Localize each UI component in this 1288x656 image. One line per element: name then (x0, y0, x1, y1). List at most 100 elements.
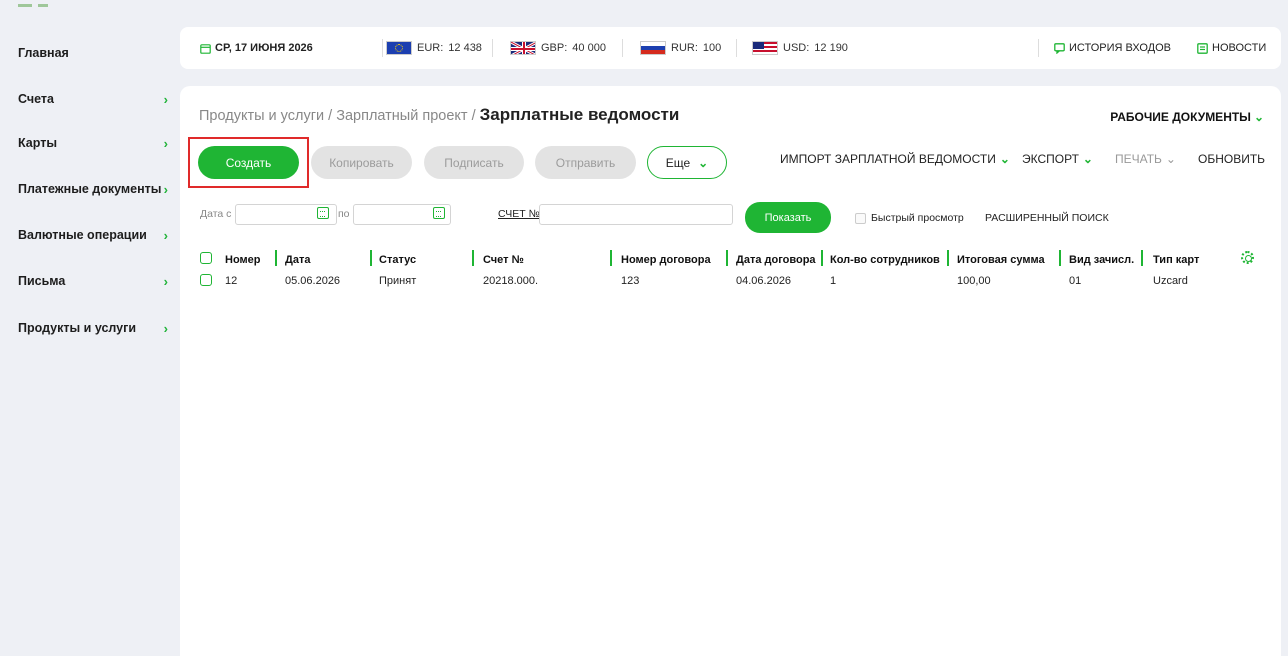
calendar-icon (200, 43, 211, 54)
cell-account[interactable]: 20218.000. (483, 275, 538, 287)
gear-icon[interactable] (1241, 251, 1254, 264)
show-button[interactable]: Показать (745, 202, 831, 233)
work-documents-dropdown[interactable]: РАБОЧИЕ ДОКУМЕНТЫ ⌄ (1110, 110, 1264, 124)
usa-flag-icon (752, 41, 778, 55)
sidebar: Главная Счета › Карты › Платежные документ… (0, 0, 178, 656)
sidebar-item-label: Продукты и услуги (18, 321, 137, 335)
column-divider (275, 250, 277, 266)
cell-card-type[interactable]: Uzcard (1153, 275, 1188, 287)
advanced-search-link[interactable]: РАСШИРЕННЫЙ ПОИСК (985, 212, 1109, 224)
column-header-card-type[interactable]: Тип карт (1153, 254, 1199, 266)
sidebar-item-label: Письма (18, 274, 66, 288)
export-dropdown[interactable]: ЭКСПОРТ ⌄ (1022, 152, 1093, 166)
date-to-label: по (338, 208, 350, 220)
quick-view-checkbox[interactable] (855, 213, 866, 224)
select-all-checkbox[interactable] (200, 252, 212, 264)
chevron-right-icon: › (163, 181, 168, 197)
cell-credit-type[interactable]: 01 (1069, 275, 1081, 287)
sidebar-item-home[interactable]: Главная (18, 43, 172, 63)
eu-flag-icon (386, 41, 412, 55)
more-dropdown[interactable]: Еще ⌄ (647, 146, 727, 179)
currency-gbp: GBP: 40 000 (510, 41, 606, 55)
chevron-right-icon: › (163, 227, 168, 243)
breadcrumb-salary-project[interactable]: Зарплатный проект (336, 108, 467, 124)
column-header-contract-number[interactable]: Номер договора (621, 254, 711, 266)
sidebar-item-accounts[interactable]: Счета › (18, 89, 172, 109)
copy-button[interactable]: Копировать (311, 146, 412, 179)
russia-flag-icon (640, 41, 666, 55)
column-header-account[interactable]: Счет № (483, 254, 524, 266)
column-divider (610, 250, 612, 266)
chevron-right-icon: › (163, 273, 168, 289)
date-from-label: Дата с (200, 208, 232, 220)
sidebar-item-label: Платежные документы (18, 182, 162, 196)
uk-flag-icon (510, 41, 536, 55)
column-header-number[interactable]: Номер (225, 254, 261, 266)
sidebar-item-label: Валютные операции (18, 228, 147, 242)
divider (382, 39, 383, 57)
breadcrumb: Продукты и услуги / Зарплатный проект / … (199, 105, 679, 125)
row-checkbox[interactable] (200, 274, 212, 286)
chevron-down-icon: ⌄ (1253, 110, 1264, 124)
column-divider (1141, 250, 1143, 266)
news-link[interactable]: НОВОСТИ (1197, 42, 1266, 54)
top-info-bar: СР, 17 ИЮНЯ 2026 EUR: 12 438 GBP: 40 000 R… (180, 27, 1281, 69)
column-divider (472, 250, 474, 266)
account-label[interactable]: СЧЕТ № (498, 208, 540, 220)
chevron-down-icon: ⌄ (1165, 152, 1176, 166)
chevron-down-icon: ⌄ (999, 152, 1010, 166)
calendar-icon[interactable] (317, 207, 329, 219)
column-divider (947, 250, 949, 266)
sidebar-item-cards[interactable]: Карты › (18, 133, 172, 153)
column-header-employees[interactable]: Кол-во сотрудников (830, 254, 940, 266)
main-panel: Продукты и услуги / Зарплатный проект / … (180, 86, 1281, 656)
column-header-total[interactable]: Итоговая сумма (957, 254, 1045, 266)
sidebar-item-products[interactable]: Продукты и услуги › (18, 318, 172, 338)
chat-icon (1054, 42, 1065, 54)
sign-button[interactable]: Подписать (424, 146, 524, 179)
cell-status[interactable]: Принят (379, 275, 416, 287)
news-icon (1197, 42, 1208, 54)
cell-date[interactable]: 05.06.2026 (285, 275, 340, 287)
sidebar-item-letters[interactable]: Письма › (18, 271, 172, 291)
chevron-down-icon: ⌄ (698, 155, 709, 170)
account-input[interactable] (539, 204, 733, 225)
column-header-credit-type[interactable]: Вид зачисл. (1069, 254, 1134, 266)
print-dropdown[interactable]: ПЕЧАТЬ ⌄ (1115, 152, 1176, 166)
sidebar-item-label: Карты (18, 136, 58, 150)
column-header-contract-date[interactable]: Дата договора (736, 254, 816, 266)
refresh-button[interactable]: ОБНОВИТЬ (1198, 152, 1265, 166)
bank-logo[interactable] (18, 4, 98, 14)
column-divider (821, 250, 823, 266)
divider (622, 39, 623, 57)
divider (1038, 39, 1039, 57)
currency-usd: USD: 12 190 (752, 41, 848, 55)
login-history-link[interactable]: ИСТОРИЯ ВХОДОВ (1054, 42, 1171, 54)
cell-total[interactable]: 100,00 (957, 275, 991, 287)
calendar-icon[interactable] (433, 207, 445, 219)
cell-contract-date[interactable]: 04.06.2026 (736, 275, 791, 287)
sidebar-item-currency-ops[interactable]: Валютные операции › (18, 225, 172, 245)
import-salary-dropdown[interactable]: ИМПОРТ ЗАРПЛАТНОЙ ВЕДОМОСТИ ⌄ (780, 152, 1010, 166)
chevron-right-icon: › (163, 91, 168, 107)
chevron-down-icon: ⌄ (1082, 152, 1093, 166)
cell-number[interactable]: 12 (225, 275, 237, 287)
breadcrumb-products[interactable]: Продукты и услуги (199, 108, 324, 124)
column-header-status[interactable]: Статус (379, 254, 416, 266)
quick-view-label: Быстрый просмотр (871, 212, 964, 224)
cell-contract-number[interactable]: 123 (621, 275, 639, 287)
currency-eur: EUR: 12 438 (386, 41, 482, 55)
divider (736, 39, 737, 57)
sidebar-item-label: Главная (18, 46, 69, 60)
create-button[interactable]: Создать (198, 146, 299, 179)
cell-employees[interactable]: 1 (830, 275, 836, 287)
column-divider (1059, 250, 1061, 266)
currency-rur: RUR: 100 (640, 41, 721, 55)
breadcrumb-separator: / (471, 108, 476, 124)
sidebar-item-payment-docs[interactable]: Платежные документы › (18, 179, 172, 199)
send-button[interactable]: Отправить (535, 146, 636, 179)
column-divider (370, 250, 372, 266)
sidebar-item-label: Счета (18, 92, 54, 106)
breadcrumb-separator: / (328, 108, 333, 124)
column-header-date[interactable]: Дата (285, 254, 310, 266)
